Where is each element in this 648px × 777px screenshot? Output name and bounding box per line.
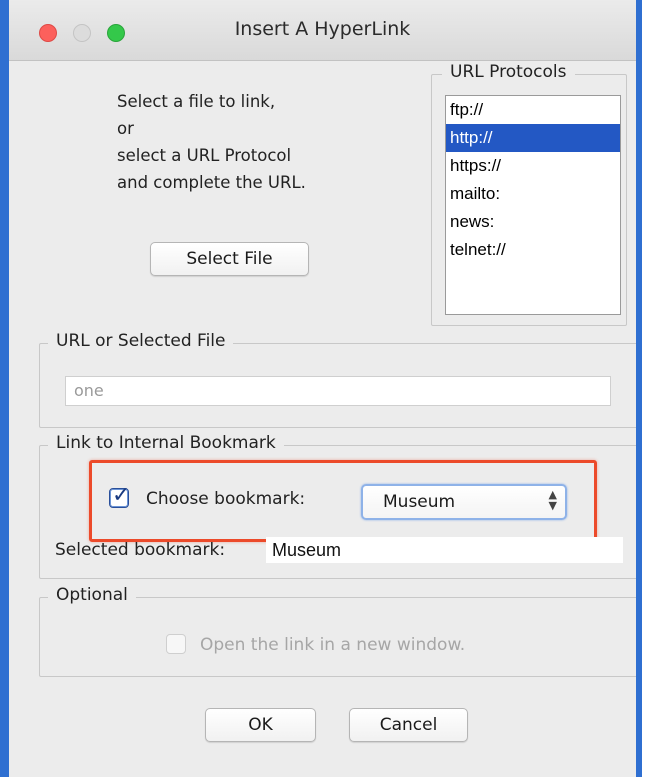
title-bar[interactable]: Insert A HyperLink — [9, 0, 636, 61]
window-title: Insert A HyperLink — [234, 18, 411, 40]
url-protocols-legend: URL Protocols — [442, 62, 575, 82]
selected-bookmark-value: Museum — [266, 537, 623, 563]
list-item[interactable]: news: — [446, 208, 620, 236]
ok-button[interactable]: OK — [205, 708, 316, 742]
instruction-line: Select a file to link, — [117, 92, 276, 111]
select-arrows-icon: ▲ ▼ — [548, 488, 557, 512]
list-item[interactable]: telnet:// — [446, 236, 620, 264]
dialog-window: Insert A HyperLink Select a file to link… — [9, 0, 636, 777]
select-file-button[interactable]: Select File — [150, 242, 309, 276]
bookmark-select[interactable]: Museum ▲ ▼ — [361, 484, 567, 520]
checkmark-icon: ✓ — [112, 483, 131, 508]
instruction-line: and complete the URL. — [117, 173, 306, 192]
selected-bookmark-label: Selected bookmark: — [55, 540, 226, 560]
url-input[interactable]: one — [65, 376, 611, 406]
url-protocols-list[interactable]: ftp:// http:// https:// mailto: news: te… — [445, 95, 621, 315]
bookmark-select-value: Museum — [383, 492, 456, 512]
cancel-button[interactable]: Cancel — [349, 708, 468, 742]
new-window-label[interactable]: Open the link in a new window. — [200, 635, 465, 655]
choose-bookmark-label[interactable]: Choose bookmark: — [146, 489, 305, 509]
list-item[interactable]: https:// — [446, 152, 620, 180]
list-item[interactable]: http:// — [446, 124, 620, 152]
select-file-label: Select File — [186, 249, 273, 269]
instructions-text: Select a file to link, or select a URL P… — [117, 88, 306, 196]
instruction-line: select a URL Protocol — [117, 146, 292, 165]
list-item[interactable]: mailto: — [446, 180, 620, 208]
url-input-value: one — [74, 381, 104, 400]
cancel-label: Cancel — [379, 715, 438, 735]
new-window-checkbox[interactable] — [166, 634, 186, 654]
list-item[interactable]: ftp:// — [446, 96, 620, 124]
instruction-line: or — [117, 119, 134, 138]
url-file-legend: URL or Selected File — [48, 331, 234, 351]
ok-label: OK — [248, 715, 273, 735]
choose-bookmark-checkbox[interactable]: ✓ — [109, 483, 130, 508]
optional-legend: Optional — [48, 585, 136, 605]
bookmark-legend: Link to Internal Bookmark — [48, 433, 284, 453]
